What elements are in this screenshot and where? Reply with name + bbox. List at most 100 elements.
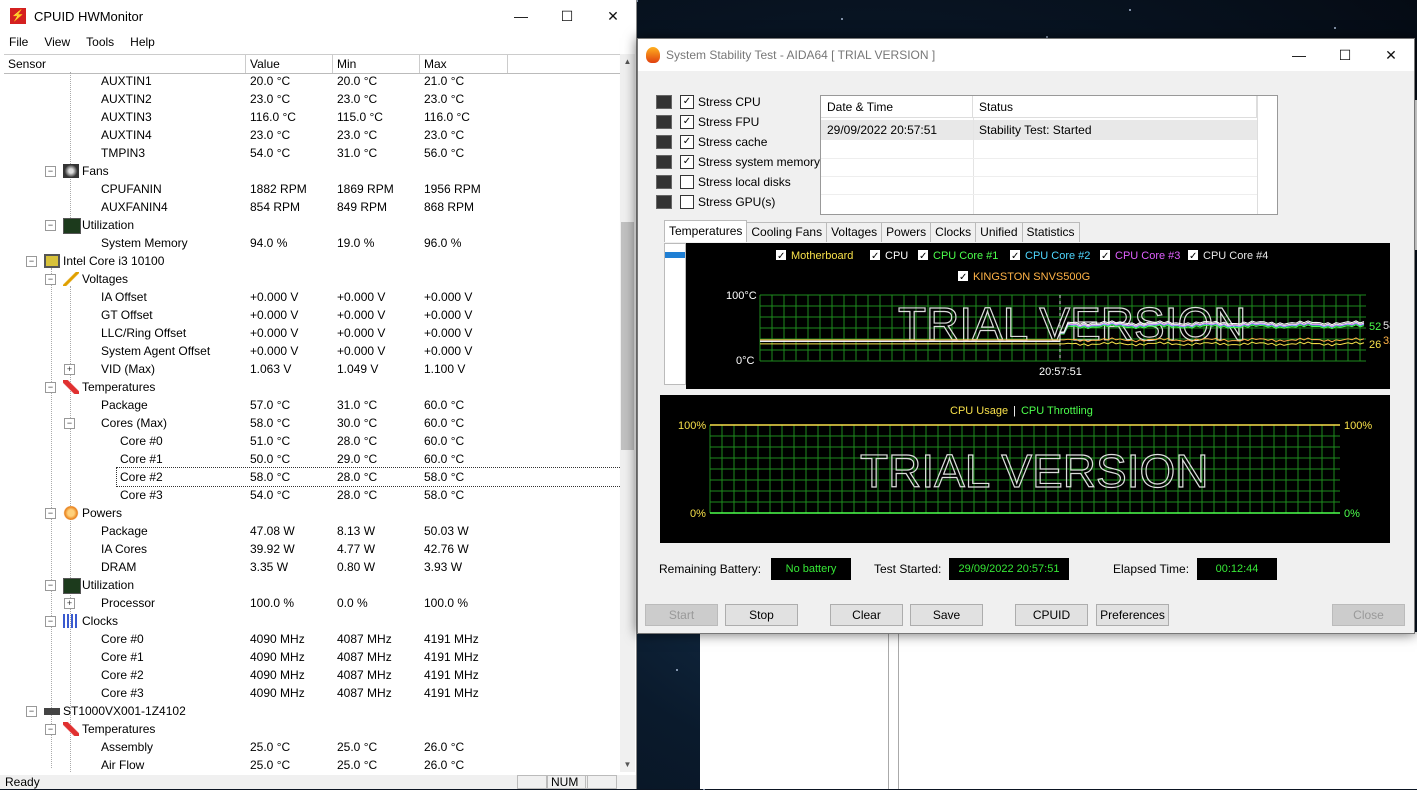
collapse-toggle-icon[interactable]: −: [45, 166, 56, 177]
sensor-row[interactable]: IA Cores 39.92 W 4.77 W 42.76 W: [4, 540, 620, 558]
start-button[interactable]: Start: [645, 604, 718, 626]
collapse-toggle-icon[interactable]: −: [26, 706, 37, 717]
sensor-row[interactable]: AUXTIN3 116.0 °C 115.0 °C 116.0 °C: [4, 108, 620, 126]
sensor-row[interactable]: IA Offset +0.000 V +0.000 V +0.000 V: [4, 288, 620, 306]
sensor-row[interactable]: Core #3 54.0 °C 28.0 °C 58.0 °C: [4, 486, 620, 504]
sensor-row[interactable]: LLC/Ring Offset +0.000 V +0.000 V +0.000 V: [4, 324, 620, 342]
sensor-row[interactable]: Core #1 4090 MHz 4087 MHz 4191 MHz: [4, 648, 620, 666]
tab-cooling-fans[interactable]: Cooling Fans: [746, 222, 828, 242]
sensor-row[interactable]: Assembly 25.0 °C 25.0 °C 26.0 °C: [4, 738, 620, 756]
tab-voltages[interactable]: Voltages: [826, 222, 883, 242]
sensor-row[interactable]: AUXFANIN4 854 RPM 849 RPM 868 RPM: [4, 198, 620, 216]
menu-view[interactable]: View: [35, 35, 77, 49]
sensor-group-row[interactable]: − Utilization: [4, 216, 620, 234]
sensor-row[interactable]: Air Flow 25.0 °C 25.0 °C 26.0 °C: [4, 756, 620, 772]
temp-legend-item[interactable]: ✓ CPU Core #2: [1010, 250, 1090, 262]
aida-close-icon[interactable]: ✕: [1368, 39, 1414, 71]
stress-checkbox[interactable]: ✓: [680, 135, 694, 149]
sensor-row[interactable]: CPUFANIN 1882 RPM 1869 RPM 1956 RPM: [4, 180, 620, 198]
sensor-group-row[interactable]: − Utilization: [4, 576, 620, 594]
stop-button[interactable]: Stop: [725, 604, 798, 626]
close-icon[interactable]: ✕: [590, 0, 636, 32]
sensor-group-row[interactable]: − Powers: [4, 504, 620, 522]
temp-legend-item[interactable]: ✓ CPU Core #4: [1188, 250, 1268, 262]
sensor-row[interactable]: AUXTIN4 23.0 °C 23.0 °C 23.0 °C: [4, 126, 620, 144]
cpuid-button[interactable]: CPUID: [1015, 604, 1088, 626]
stress-option[interactable]: Stress GPU(s): [656, 193, 775, 211]
vertical-scrollbar[interactable]: ▲ ▼: [620, 54, 635, 772]
close-button[interactable]: Close: [1332, 604, 1405, 626]
sensor-row[interactable]: Core #0 4090 MHz 4087 MHz 4191 MHz: [4, 630, 620, 648]
aida64-titlebar[interactable]: System Stability Test - AIDA64 [ TRIAL V…: [638, 39, 1414, 71]
tab-clocks[interactable]: Clocks: [930, 222, 977, 242]
save-button[interactable]: Save: [910, 604, 983, 626]
sensor-row[interactable]: Core #1 50.0 °C 29.0 °C 60.0 °C: [4, 450, 620, 468]
menu-tools[interactable]: Tools: [77, 35, 121, 49]
clear-button[interactable]: Clear: [830, 604, 903, 626]
sensor-group-row[interactable]: − Temperatures: [4, 720, 620, 738]
stress-option[interactable]: ✓ Stress system memory: [656, 153, 820, 171]
sensor-row[interactable]: Core #2 4090 MHz 4087 MHz 4191 MHz: [4, 666, 620, 684]
sensor-row[interactable]: AUXTIN2 23.0 °C 23.0 °C 23.0 °C: [4, 90, 620, 108]
scrollbar-thumb[interactable]: [621, 222, 634, 450]
menu-file[interactable]: File: [0, 35, 35, 49]
stress-option[interactable]: Stress local disks: [656, 173, 791, 191]
stress-option[interactable]: ✓ Stress CPU: [656, 93, 761, 111]
sensor-tree[interactable]: AUXTIN1 20.0 °C 20.0 °C 21.0 °C AUXTIN2 23.0 …: [4, 72, 620, 772]
collapse-toggle-icon[interactable]: −: [64, 418, 75, 429]
stress-option[interactable]: ✓ Stress FPU: [656, 113, 759, 131]
temp-legend-item[interactable]: ✓ CPU: [870, 250, 908, 262]
sensor-group-row[interactable]: − Clocks: [4, 612, 620, 630]
maximize-icon[interactable]: ☐: [544, 0, 590, 32]
sensor-row[interactable]: + Processor 100.0 % 0.0 % 100.0 %: [4, 594, 620, 612]
column-header-max[interactable]: Max: [420, 55, 508, 73]
sensor-row[interactable]: − Cores (Max) 58.0 °C 30.0 °C 60.0 °C: [4, 414, 620, 432]
collapse-toggle-icon[interactable]: −: [45, 220, 56, 231]
menu-help[interactable]: Help: [121, 35, 162, 49]
sensor-row[interactable]: + VID (Max) 1.063 V 1.049 V 1.100 V: [4, 360, 620, 378]
aida-minimize-icon[interactable]: —: [1276, 39, 1322, 71]
sensor-row[interactable]: Core #0 51.0 °C 28.0 °C 60.0 °C: [4, 432, 620, 450]
sensor-row[interactable]: TMPIN3 54.0 °C 31.0 °C 56.0 °C: [4, 144, 620, 162]
temp-legend-item[interactable]: ✓ KINGSTON SNVS500G: [958, 271, 1090, 283]
stress-checkbox[interactable]: ✓: [680, 115, 694, 129]
column-header-value[interactable]: Value: [246, 55, 333, 73]
expand-toggle-icon[interactable]: +: [64, 364, 75, 375]
tab-unified[interactable]: Unified: [975, 222, 1023, 242]
expand-toggle-icon[interactable]: +: [64, 598, 75, 609]
sensor-row[interactable]: GT Offset +0.000 V +0.000 V +0.000 V: [4, 306, 620, 324]
collapse-toggle-icon[interactable]: −: [45, 724, 56, 735]
collapse-toggle-icon[interactable]: −: [45, 382, 56, 393]
collapse-toggle-icon[interactable]: −: [26, 256, 37, 267]
temp-legend-item[interactable]: ✓ Motherboard: [776, 250, 853, 262]
sensor-row[interactable]: Package 47.08 W 8.13 W 50.03 W: [4, 522, 620, 540]
stress-checkbox[interactable]: ✓: [680, 95, 694, 109]
sensor-row[interactable]: System Agent Offset +0.000 V +0.000 V +0.00…: [4, 342, 620, 360]
collapse-toggle-icon[interactable]: −: [45, 508, 56, 519]
tab-statistics[interactable]: Statistics: [1021, 222, 1080, 242]
tab-powers[interactable]: Powers: [881, 222, 932, 242]
temp-legend-item[interactable]: ✓ CPU Core #1: [918, 250, 998, 262]
sensor-row[interactable]: DRAM 3.35 W 0.80 W 3.93 W: [4, 558, 620, 576]
stress-option[interactable]: ✓ Stress cache: [656, 133, 767, 151]
sensor-row[interactable]: Core #2 58.0 °C 28.0 °C 58.0 °C: [4, 467, 620, 487]
stress-checkbox[interactable]: [680, 195, 694, 209]
sensor-group-row[interactable]: − ST1000VX001-1Z4102: [4, 702, 620, 720]
scroll-down-icon[interactable]: ▼: [620, 757, 635, 772]
scroll-up-icon[interactable]: ▲: [620, 54, 635, 69]
column-header-sensor[interactable]: Sensor: [4, 55, 246, 73]
sensor-group-row[interactable]: − Temperatures: [4, 378, 620, 396]
log-header-status[interactable]: Status: [973, 96, 1257, 118]
collapse-toggle-icon[interactable]: −: [45, 616, 56, 627]
sensor-row[interactable]: System Memory 94.0 % 19.0 % 96.0 %: [4, 234, 620, 252]
stress-checkbox[interactable]: ✓: [680, 155, 694, 169]
temp-legend-item[interactable]: ✓ CPU Core #3: [1100, 250, 1180, 262]
log-header-datetime[interactable]: Date & Time: [821, 96, 973, 118]
stress-checkbox[interactable]: [680, 175, 694, 189]
tab-temperatures[interactable]: Temperatures: [664, 220, 748, 242]
hwmonitor-titlebar[interactable]: ⚡ CPUID HWMonitor — ☐ ✕: [0, 0, 636, 32]
column-header-min[interactable]: Min: [333, 55, 420, 73]
sensor-row[interactable]: Package 57.0 °C 31.0 °C 60.0 °C: [4, 396, 620, 414]
preferences-button[interactable]: Preferences: [1096, 604, 1169, 626]
sensor-row[interactable]: AUXTIN1 20.0 °C 20.0 °C 21.0 °C: [4, 72, 620, 90]
